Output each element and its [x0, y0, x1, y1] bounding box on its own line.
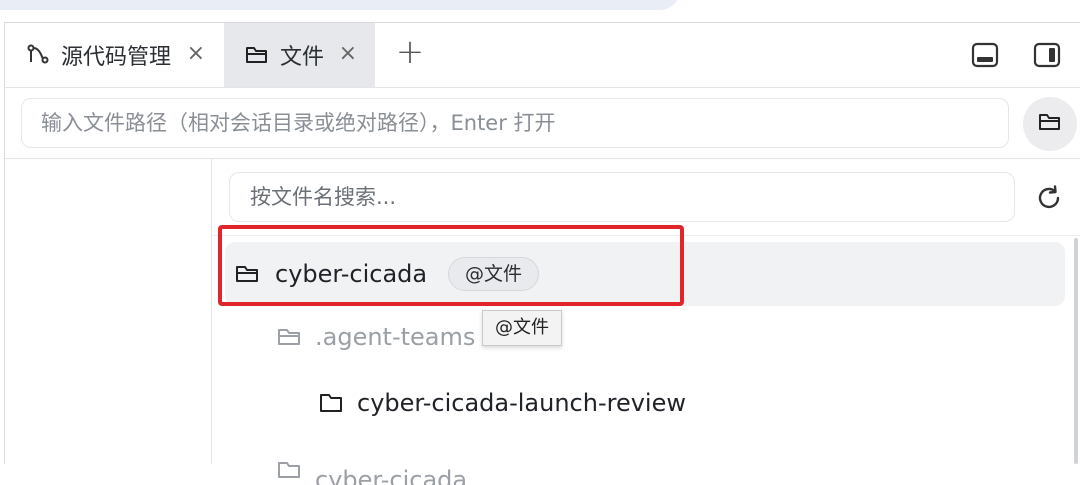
tab-files-label: 文件 — [280, 45, 325, 70]
close-icon[interactable]: × — [187, 43, 205, 65]
address-bar-edge — [0, 0, 680, 10]
folder-name: cyber-cicada — [315, 466, 468, 485]
folder-icon — [277, 325, 303, 349]
folder-name: cyber-cicada-launch-review — [357, 389, 686, 417]
toggle-side-panel-icon[interactable] — [1033, 41, 1061, 69]
toggle-bottom-panel-icon[interactable] — [971, 41, 999, 69]
add-tab-button[interactable]: + — [393, 35, 427, 71]
refresh-icon[interactable] — [1035, 184, 1063, 212]
top-strip — [0, 0, 1080, 10]
folder-name: .agent-teams — [315, 323, 476, 351]
annotation-highlight-box — [218, 225, 684, 306]
divider — [211, 159, 212, 464]
tab-source-control[interactable]: 源代码管理 × — [5, 23, 223, 87]
divider — [5, 158, 1080, 159]
tab-files[interactable]: 文件 × — [224, 23, 375, 87]
folder-open-icon — [1037, 109, 1063, 139]
tree-row-folder[interactable]: .agent-teams — [277, 323, 475, 351]
source-control-icon — [25, 42, 51, 68]
tab-bar: 源代码管理 × 文件 × + — [5, 23, 1080, 88]
open-folder-button[interactable] — [1023, 97, 1077, 151]
tab-source-control-label: 源代码管理 — [61, 45, 172, 70]
tooltip: @文件 — [482, 310, 562, 346]
tree-row-folder[interactable]: cyber-cicada-launch-review — [319, 389, 686, 417]
folder-icon — [319, 391, 345, 415]
folder-icon — [277, 458, 303, 482]
file-panel: 源代码管理 × 文件 × + 输入文件路径（相对会话目录或绝对路径），Enter… — [4, 22, 1080, 485]
filename-search-input[interactable]: 按文件名搜索... — [229, 172, 1015, 222]
file-path-input[interactable]: 输入文件路径（相对会话目录或绝对路径），Enter 打开 — [21, 98, 1009, 148]
scrollbar[interactable] — [1074, 238, 1078, 464]
close-icon[interactable]: × — [339, 43, 357, 65]
folder-icon — [244, 42, 270, 68]
tree-row-folder[interactable]: cyber-cicada — [277, 455, 467, 485]
